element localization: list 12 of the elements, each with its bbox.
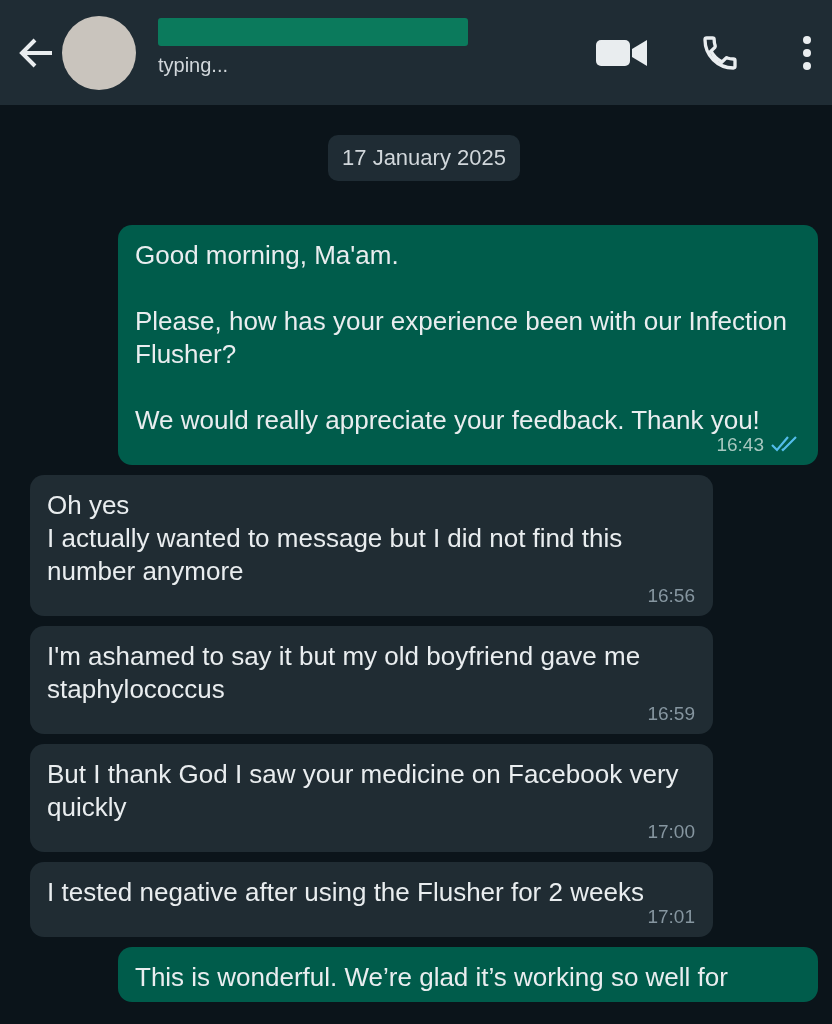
menu-icon[interactable]	[802, 34, 812, 71]
message-text: Oh yes I actually wanted to message but I did not find this number anymore	[47, 489, 624, 588]
message-text: This is wonderful. We’re glad it’s working so well for	[135, 961, 729, 994]
message-time: 16:56	[647, 583, 695, 608]
video-call-icon[interactable]	[596, 37, 648, 68]
message-text: I'm ashamed to say it but my old boyfriend gave me staphylococcus	[47, 640, 642, 706]
date-chip: 17 January 2025	[328, 135, 520, 181]
message-time: 17:01	[647, 904, 695, 929]
typing-status: typing...	[158, 54, 230, 77]
message-text: I tested negative after using the Flusher for 2 weeks	[47, 876, 645, 909]
message-time: 16:59	[647, 701, 695, 726]
back-arrow-icon[interactable]	[18, 36, 54, 69]
